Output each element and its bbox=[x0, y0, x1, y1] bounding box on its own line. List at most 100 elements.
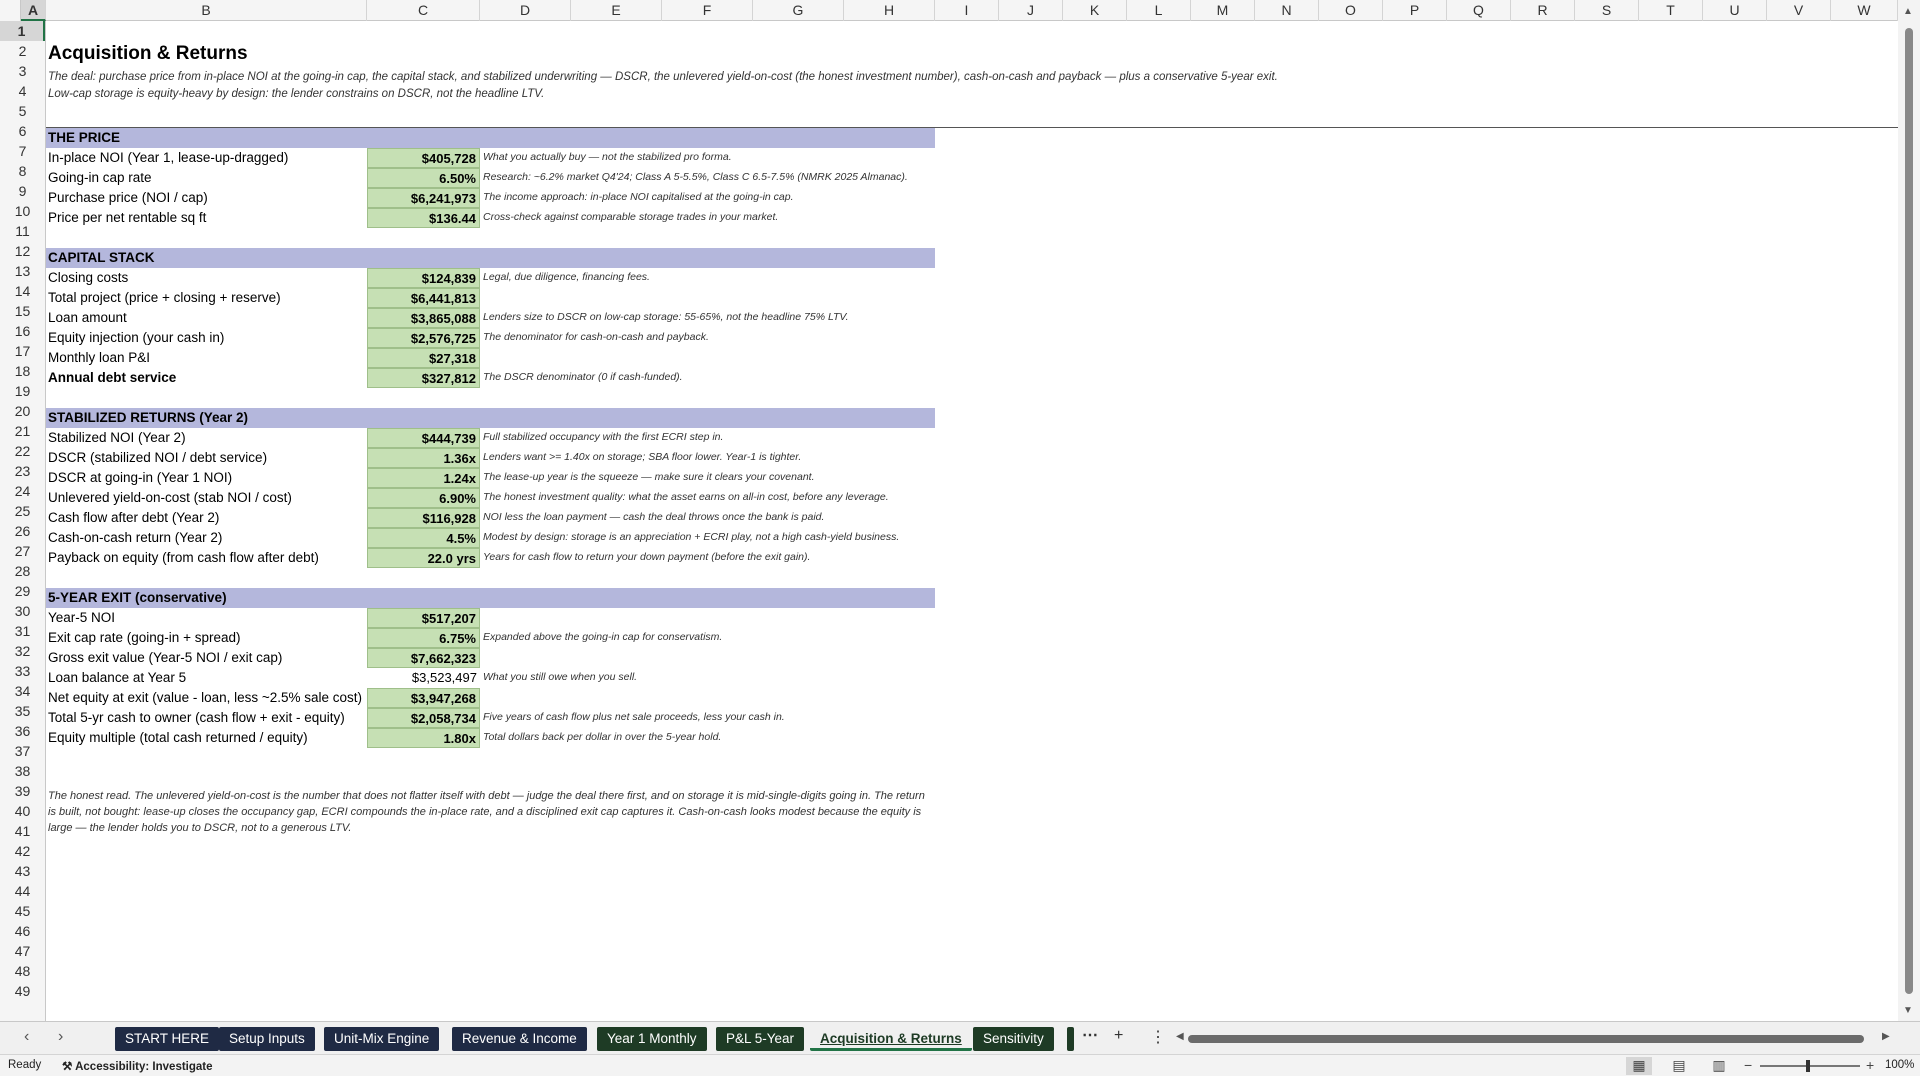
row-header-3[interactable]: 3 bbox=[0, 61, 45, 81]
column-header-a[interactable]: A bbox=[21, 0, 46, 21]
column-header-f[interactable]: F bbox=[662, 0, 753, 21]
metric-value[interactable]: 1.24x bbox=[367, 468, 480, 488]
metric-label[interactable]: Total project (price + closing + reserve… bbox=[48, 288, 281, 308]
row-header-4[interactable]: 4 bbox=[0, 81, 45, 101]
row-header-31[interactable]: 31 bbox=[0, 621, 45, 641]
column-header-i[interactable]: I bbox=[935, 0, 999, 21]
column-header-l[interactable]: L bbox=[1127, 0, 1191, 21]
row-header-33[interactable]: 33 bbox=[0, 661, 45, 681]
tab-year-1-monthly[interactable]: Year 1 Monthly bbox=[597, 1027, 707, 1051]
metric-value[interactable]: $3,865,088 bbox=[367, 308, 480, 328]
zoom-in-icon[interactable]: + bbox=[1866, 1057, 1874, 1073]
next-sheet-icon[interactable]: › bbox=[58, 1028, 63, 1046]
column-header-o[interactable]: O bbox=[1319, 0, 1383, 21]
row-header-42[interactable]: 42 bbox=[0, 841, 45, 861]
zoom-level[interactable]: 100% bbox=[1885, 1059, 1914, 1071]
column-header-n[interactable]: N bbox=[1255, 0, 1319, 21]
metric-note[interactable]: The honest investment quality: what the … bbox=[483, 487, 889, 507]
row-header-40[interactable]: 40 bbox=[0, 801, 45, 821]
metric-label[interactable]: Price per net rentable sq ft bbox=[48, 208, 206, 228]
page-break-view-icon[interactable]: ▥ bbox=[1706, 1057, 1732, 1075]
row-header-35[interactable]: 35 bbox=[0, 701, 45, 721]
metric-note[interactable]: The DSCR denominator (0 if cash-funded). bbox=[483, 367, 683, 387]
row-header-1[interactable]: 1 bbox=[0, 21, 45, 41]
metric-label[interactable]: Closing costs bbox=[48, 268, 128, 288]
metric-note[interactable]: Total dollars back per dollar in over th… bbox=[483, 727, 721, 747]
metric-note[interactable]: Lenders size to DSCR on low-cap storage:… bbox=[483, 307, 849, 327]
column-header-j[interactable]: J bbox=[999, 0, 1063, 21]
metric-label[interactable]: Cash-on-cash return (Year 2) bbox=[48, 528, 222, 548]
metric-note[interactable]: Full stabilized occupancy with the first… bbox=[483, 427, 723, 447]
column-header-d[interactable]: D bbox=[480, 0, 571, 21]
metric-note[interactable]: The denominator for cash-on-cash and pay… bbox=[483, 327, 709, 347]
metric-value[interactable]: $3,947,268 bbox=[367, 688, 480, 708]
column-header-u[interactable]: U bbox=[1703, 0, 1767, 21]
metric-note[interactable]: The income approach: in-place NOI capita… bbox=[483, 187, 794, 207]
row-header-45[interactable]: 45 bbox=[0, 901, 45, 921]
metric-value[interactable]: 6.50% bbox=[367, 168, 480, 188]
column-header-s[interactable]: S bbox=[1575, 0, 1639, 21]
metric-value[interactable]: $136.44 bbox=[367, 208, 480, 228]
horizontal-scrollbar[interactable]: ◀ ▶ bbox=[1176, 1031, 1890, 1046]
row-header-23[interactable]: 23 bbox=[0, 461, 45, 481]
column-header-r[interactable]: R bbox=[1511, 0, 1575, 21]
metric-note[interactable]: What you still owe when you sell. bbox=[483, 667, 637, 687]
more-sheets-icon[interactable]: ⋯ bbox=[1082, 1025, 1098, 1045]
metric-label[interactable]: Exit cap rate (going-in + spread) bbox=[48, 628, 240, 648]
row-header-19[interactable]: 19 bbox=[0, 381, 45, 401]
scroll-down-arrow-icon[interactable]: ▼ bbox=[1903, 1005, 1913, 1016]
vertical-scroll-thumb[interactable] bbox=[1905, 28, 1913, 994]
row-header-12[interactable]: 12 bbox=[0, 241, 45, 261]
metric-value[interactable]: $405,728 bbox=[367, 148, 480, 168]
scroll-right-arrow-icon[interactable]: ▶ bbox=[1882, 1031, 1890, 1042]
row-header-32[interactable]: 32 bbox=[0, 641, 45, 661]
page-layout-view-icon[interactable]: ▤ bbox=[1666, 1057, 1692, 1075]
tab-revenue-income[interactable]: Revenue & Income bbox=[452, 1027, 587, 1051]
metric-label[interactable]: DSCR at going-in (Year 1 NOI) bbox=[48, 468, 232, 488]
row-header-39[interactable]: 39 bbox=[0, 781, 45, 801]
tab-acquisition-returns[interactable]: Acquisition & Returns bbox=[810, 1027, 972, 1051]
row-header-11[interactable]: 11 bbox=[0, 221, 45, 241]
metric-label[interactable]: In-place NOI (Year 1, lease-up-dragged) bbox=[48, 148, 288, 168]
metric-label[interactable]: Loan amount bbox=[48, 308, 127, 328]
row-header-29[interactable]: 29 bbox=[0, 581, 45, 601]
metric-note[interactable]: Research: ~6.2% market Q4'24; Class A 5-… bbox=[483, 167, 908, 187]
row-header-41[interactable]: 41 bbox=[0, 821, 45, 841]
row-header-48[interactable]: 48 bbox=[0, 961, 45, 981]
row-header-25[interactable]: 25 bbox=[0, 501, 45, 521]
column-header-m[interactable]: M bbox=[1191, 0, 1255, 21]
row-header-2[interactable]: 2 bbox=[0, 41, 45, 61]
row-header-36[interactable]: 36 bbox=[0, 721, 45, 741]
zoom-slider-knob[interactable] bbox=[1806, 1060, 1810, 1072]
metric-value[interactable]: $3,523,497 bbox=[367, 668, 480, 688]
row-header-18[interactable]: 18 bbox=[0, 361, 45, 381]
metric-value[interactable]: $124,839 bbox=[367, 268, 480, 288]
metric-label[interactable]: Unlevered yield-on-cost (stab NOI / cost… bbox=[48, 488, 292, 508]
tab-start-here[interactable]: START HERE bbox=[115, 1027, 220, 1051]
add-sheet-icon[interactable]: + bbox=[1114, 1027, 1123, 1045]
metric-note[interactable]: Five years of cash flow plus net sale pr… bbox=[483, 707, 785, 727]
metric-value[interactable]: 1.80x bbox=[367, 728, 480, 748]
row-header-15[interactable]: 15 bbox=[0, 301, 45, 321]
tab-pl-5-year[interactable]: P&L 5-Year bbox=[716, 1027, 805, 1051]
vertical-scrollbar[interactable]: ▲ ▼ bbox=[1898, 0, 1920, 1021]
row-header-9[interactable]: 9 bbox=[0, 181, 45, 201]
column-header-w[interactable]: W bbox=[1831, 0, 1898, 21]
metric-value[interactable]: $6,241,973 bbox=[367, 188, 480, 208]
metric-label[interactable]: Year-5 NOI bbox=[48, 608, 115, 628]
metric-note[interactable]: Cross-check against comparable storage t… bbox=[483, 207, 778, 227]
metric-label[interactable]: Stabilized NOI (Year 2) bbox=[48, 428, 186, 448]
row-header-20[interactable]: 20 bbox=[0, 401, 45, 421]
normal-view-icon[interactable]: ▦ bbox=[1626, 1057, 1652, 1075]
scroll-left-arrow-icon[interactable]: ◀ bbox=[1176, 1031, 1184, 1042]
row-header-6[interactable]: 6 bbox=[0, 121, 45, 141]
metric-value[interactable]: $444,739 bbox=[367, 428, 480, 448]
row-header-5[interactable]: 5 bbox=[0, 101, 45, 121]
tab-unit-mix-engine[interactable]: Unit-Mix Engine bbox=[324, 1027, 440, 1051]
row-header-26[interactable]: 26 bbox=[0, 521, 45, 541]
row-header-37[interactable]: 37 bbox=[0, 741, 45, 761]
metric-label[interactable]: Going-in cap rate bbox=[48, 168, 152, 188]
metric-value[interactable]: 22.0 yrs bbox=[367, 548, 480, 568]
column-header-g[interactable]: G bbox=[753, 0, 844, 21]
metric-label[interactable]: Annual debt service bbox=[48, 368, 176, 388]
